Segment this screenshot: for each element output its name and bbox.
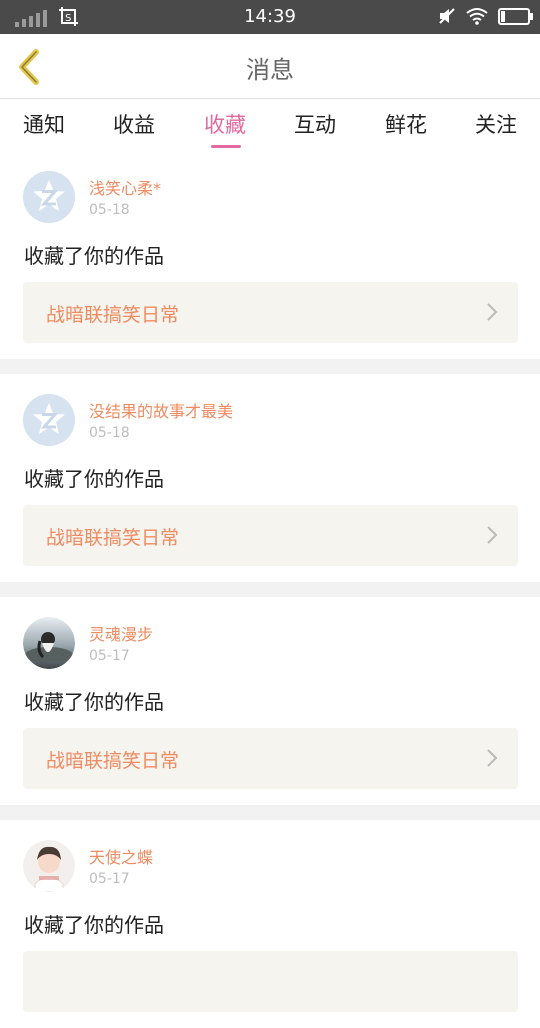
app-header: 消息 xyxy=(0,34,540,99)
chevron-right-icon xyxy=(487,303,498,321)
divider xyxy=(0,582,540,597)
divider xyxy=(0,359,540,374)
tab-flowers[interactable]: 鲜花 xyxy=(376,109,436,139)
message-date: 05-17 xyxy=(89,871,130,887)
mute-icon xyxy=(439,8,455,24)
action-text: 收藏了你的作品 xyxy=(24,913,164,937)
tab-earnings[interactable]: 收益 xyxy=(104,109,164,139)
user-name[interactable]: 没结果的故事才最美 xyxy=(89,398,233,422)
user-name[interactable]: 浅笑心柔* xyxy=(89,175,161,199)
page-title: 消息 xyxy=(246,56,294,84)
tab-favorites[interactable]: 收藏 xyxy=(195,109,255,139)
tab-interactions[interactable]: 互动 xyxy=(285,109,345,139)
divider xyxy=(0,805,540,820)
message-list: 浅笑心柔* 05-18 收藏了你的作品 战暗联搞笑日常 没结果的故事才最美 05… xyxy=(0,151,540,1028)
work-link[interactable] xyxy=(23,951,518,1012)
work-link[interactable]: 战暗联搞笑日常 xyxy=(23,282,518,343)
active-tab-indicator xyxy=(211,145,241,148)
list-item: 没结果的故事才最美 05-18 收藏了你的作品 战暗联搞笑日常 xyxy=(0,374,540,582)
tab-follows[interactable]: 关注 xyxy=(466,109,526,139)
tab-notifications[interactable]: 通知 xyxy=(14,109,74,139)
tab-bar: 通知 收益 收藏 互动 鲜花 关注 xyxy=(0,99,540,151)
message-date: 05-18 xyxy=(89,202,130,218)
message-date: 05-17 xyxy=(89,648,130,664)
status-bar: S 14:39 xyxy=(0,0,540,34)
action-text: 收藏了你的作品 xyxy=(24,690,164,714)
work-title: 战暗联搞笑日常 xyxy=(46,750,180,772)
action-text: 收藏了你的作品 xyxy=(24,244,164,268)
list-item: 灵魂漫步 05-17 收藏了你的作品 战暗联搞笑日常 xyxy=(0,597,540,805)
work-title: 战暗联搞笑日常 xyxy=(46,527,180,549)
user-name[interactable]: 天使之蝶 xyxy=(89,844,153,868)
work-link[interactable]: 战暗联搞笑日常 xyxy=(23,505,518,566)
default-avatar-icon[interactable] xyxy=(23,394,75,446)
list-item: 浅笑心柔* 05-18 收藏了你的作品 战暗联搞笑日常 xyxy=(0,151,540,359)
wifi-icon xyxy=(466,8,488,25)
work-title: 战暗联搞笑日常 xyxy=(46,304,180,326)
message-date: 05-18 xyxy=(89,425,130,441)
battery-icon xyxy=(498,7,533,25)
default-avatar-icon[interactable] xyxy=(23,171,75,223)
user-name[interactable]: 灵魂漫步 xyxy=(89,621,153,645)
photo-avatar[interactable] xyxy=(23,617,75,669)
work-link[interactable]: 战暗联搞笑日常 xyxy=(23,728,518,789)
chevron-right-icon xyxy=(487,526,498,544)
chevron-right-icon xyxy=(487,749,498,767)
photo-avatar[interactable] xyxy=(23,840,75,892)
list-item: 天使之蝶 05-17 收藏了你的作品 xyxy=(0,820,540,1028)
action-text: 收藏了你的作品 xyxy=(24,467,164,491)
